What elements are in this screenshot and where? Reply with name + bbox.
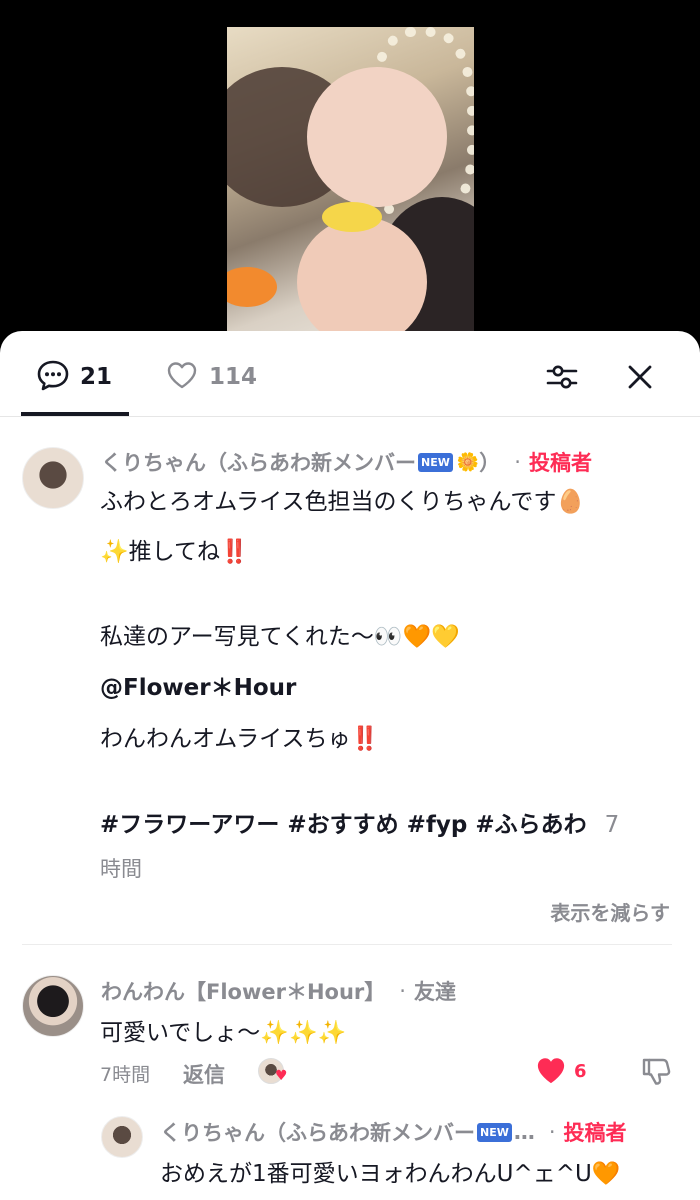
dislike-button[interactable] <box>640 1055 672 1091</box>
sliders-icon <box>546 365 578 389</box>
new-badge: NEW <box>477 1122 512 1142</box>
separator-dot: · <box>399 979 406 1003</box>
video-thumbnail <box>227 27 474 345</box>
like-count: 6 <box>574 1061 587 1082</box>
heart-outline-icon <box>165 358 199 396</box>
tab-comments[interactable]: 21 <box>36 359 112 395</box>
reply-username-row: くりちゃん（ふらあわ新メンバー NEW … · 投稿者 <box>160 1117 627 1147</box>
show-less-button[interactable]: 表示を減らす <box>550 897 670 926</box>
new-badge: NEW <box>418 452 453 472</box>
hashtags[interactable]: #フラワーアワー #おすすめ #fyp #ふらあわ <box>100 812 587 838</box>
reply-avatar[interactable] <box>101 1116 143 1158</box>
reply-text: おめえが1番可愛いヨォわんわんU^ェ^U🧡 <box>160 1161 621 1187</box>
comment-text-line: ふわとろオムライス色担当のくりちゃんです🥚 <box>100 489 585 515</box>
video-player[interactable] <box>0 0 700 345</box>
like-heart-icon[interactable] <box>535 1055 567 1089</box>
close-icon <box>628 365 652 389</box>
active-tab-indicator <box>21 412 129 416</box>
creator-liked-heart-icon: ♥ <box>275 1068 288 1084</box>
friend-tag: 友達 <box>413 980 456 1004</box>
hashtag-line[interactable]: #フラワーアワー #おすすめ #fyp #ふらあわ 7 <box>100 805 619 839</box>
comment-username[interactable]: わんわん【Flower＊Hour】 <box>101 976 385 1006</box>
reply-button[interactable]: 返信 <box>183 1059 225 1089</box>
comment-username-row: わんわん【Flower＊Hour】 · 友達 <box>101 976 456 1006</box>
avatar[interactable] <box>22 975 84 1037</box>
divider <box>22 944 672 945</box>
separator-dot: · <box>514 450 521 474</box>
comments-count: 21 <box>80 364 113 390</box>
avatar[interactable] <box>22 447 84 509</box>
comment-username-row: くりちゃん（ふらあわ新メンバー NEW 🌼 ） · 投稿者 <box>101 447 592 477</box>
comment-username[interactable]: くりちゃん（ふらあわ新メンバー <box>101 447 416 477</box>
comment-time: 7時間 <box>100 1064 151 1086</box>
comment-text-line: ✨推してね‼️ <box>100 539 249 565</box>
flower-emoji: 🌼 <box>456 451 480 473</box>
mention-link[interactable]: @Flower＊Hour <box>100 668 296 702</box>
comment-text: 可愛いでしょ〜✨✨✨ <box>100 1020 347 1046</box>
likes-count: 114 <box>209 364 258 390</box>
filter-button[interactable] <box>544 359 580 395</box>
comment-text-line: わんわんオムライスちゅ‼️ <box>100 726 380 752</box>
comment-bubble-icon <box>36 358 70 396</box>
username-close-paren: ） <box>479 451 501 475</box>
poster-tag: 投稿者 <box>563 1121 627 1145</box>
thumbs-down-icon <box>642 1058 671 1085</box>
comment-text-line: 私達のアー写見てくれた〜👀🧡💛 <box>100 624 460 650</box>
poster-tag: 投稿者 <box>528 451 592 475</box>
comment-time-part1: 7 <box>604 812 620 838</box>
close-button[interactable] <box>622 359 658 395</box>
tab-likes[interactable]: 114 <box>165 359 257 395</box>
ellipsis: … <box>513 1120 535 1144</box>
comment-time-part2: 時間 <box>100 857 142 881</box>
reply-username[interactable]: くりちゃん（ふらあわ新メンバー <box>160 1117 475 1147</box>
comment-tabs: 21 114 <box>0 331 700 417</box>
separator-dot: · <box>548 1120 556 1144</box>
